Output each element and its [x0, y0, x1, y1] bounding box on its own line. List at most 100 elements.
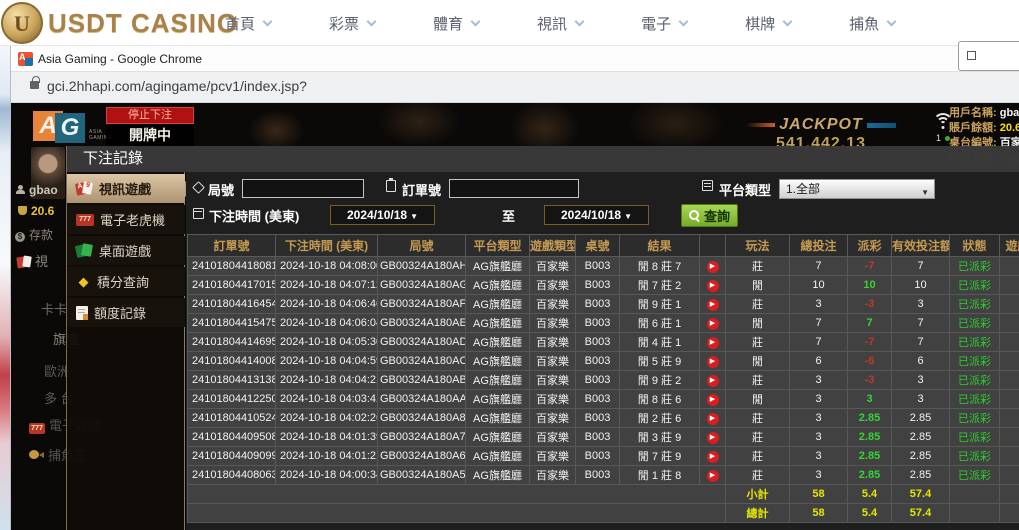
cell-payout: 2.85: [848, 466, 892, 485]
chrome-titlebar[interactable]: A Asia Gaming - Google Chrome: [11, 46, 1019, 72]
query-button[interactable]: 查詢: [681, 204, 738, 227]
order-input[interactable]: [449, 179, 579, 198]
cell-platform: AG旗艦廳: [466, 409, 530, 428]
round-input[interactable]: [242, 179, 364, 198]
chevron-down-icon: [575, 16, 585, 26]
cell-mode: -: [1000, 428, 1019, 447]
date-from-picker[interactable]: 2024/10/18▼: [330, 205, 435, 225]
nav-item-1[interactable]: 彩票: [329, 13, 375, 34]
cell-table: B003: [576, 390, 620, 409]
sidebar-item-3[interactable]: ◆積分查詢: [67, 267, 185, 296]
underlying-page-strip: [0, 46, 10, 530]
date-to-picker[interactable]: 2024/10/18▼: [544, 205, 649, 225]
cell-payout: -7: [848, 257, 892, 276]
replay-icon[interactable]: ▶: [707, 337, 719, 349]
table-row: 2410180441547542024-10-18 04:06:04GB0032…: [188, 314, 1019, 333]
nav-item-6[interactable]: 捕魚: [849, 13, 895, 34]
nav-item-5[interactable]: 棋牌: [745, 13, 791, 34]
jackpot-bar-right: [867, 123, 896, 128]
sidebar-item-2[interactable]: 桌面遊戲: [67, 236, 185, 265]
cell-status: 已派彩: [950, 352, 1000, 371]
sidebar-item-0[interactable]: A9視訊遊戲: [67, 174, 185, 203]
table-row: 2410180440909982024-10-18 04:01:21GB0032…: [188, 447, 1019, 466]
cell-order: 241018044090998: [188, 447, 276, 466]
cell-order: 241018044140087: [188, 352, 276, 371]
replay-icon[interactable]: ▶: [707, 394, 719, 406]
replay-icon[interactable]: ▶: [707, 451, 719, 463]
nav-item-label: 彩票: [329, 13, 359, 34]
date-to-value: 2024/10/18: [561, 208, 621, 222]
chrome-window: A Asia Gaming - Google Chrome gci.2hhapi…: [10, 46, 1019, 530]
cell-table: B003: [576, 295, 620, 314]
bg-kaka[interactable]: 卡卡: [41, 299, 67, 318]
cell-bet: 3: [790, 428, 848, 447]
nav-item-0[interactable]: 首頁: [225, 13, 271, 34]
sidebar-item-label: 電子老虎機: [100, 210, 165, 229]
cell-mode: -: [1000, 333, 1019, 352]
col-header-10: 派彩: [848, 235, 892, 257]
cell-order: 241018044164549: [188, 295, 276, 314]
cell-bet: 7: [790, 333, 848, 352]
replay-icon[interactable]: ▶: [707, 261, 719, 273]
replay-icon[interactable]: ▶: [707, 299, 719, 311]
replay-icon[interactable]: ▶: [707, 375, 719, 387]
nav-item-2[interactable]: 體育: [433, 13, 479, 34]
cell-table: B003: [576, 333, 620, 352]
nav-item-4[interactable]: 電子: [641, 13, 687, 34]
replay-icon[interactable]: ▶: [707, 432, 719, 444]
cell-round: GB00324A180AE: [378, 314, 466, 333]
table-row: 2410180441052462024-10-18 04:02:26GB0032…: [188, 409, 1019, 428]
cell-game: 百家樂: [530, 352, 576, 371]
modal-body: A9視訊遊戲777電子老虎機桌面遊戲◆積分查詢額度記錄 局號 訂單號 平台類型 …: [67, 172, 1019, 530]
bg-deposit[interactable]: $存款: [15, 226, 53, 243]
date-from-value: 2024/10/18: [347, 208, 407, 222]
cell-table: B003: [576, 352, 620, 371]
replay-icon[interactable]: ▶: [707, 413, 719, 425]
sidebar-item-4[interactable]: 額度記錄: [67, 298, 185, 327]
replay-icon[interactable]: ▶: [707, 318, 719, 330]
cell-game: 百家樂: [530, 390, 576, 409]
chrome-urlbar[interactable]: gci.2hhapi.com/agingame/pcv1/index.jsp?: [11, 72, 1019, 103]
cell-mode: -: [1000, 371, 1019, 390]
sidebar-item-1[interactable]: 777電子老虎機: [67, 205, 185, 234]
bg-video-tab[interactable]: 視: [17, 251, 48, 270]
cell-valid: 2.85: [892, 447, 950, 466]
order-label: 訂單號: [402, 180, 441, 199]
cell-play: 莊: [726, 257, 790, 276]
cell-bet: 7: [790, 314, 848, 333]
replay-icon[interactable]: ▶: [707, 470, 719, 482]
cell-time: 2024-10-18 04:04:21: [276, 371, 378, 390]
col-header-7: [700, 235, 726, 257]
cell-payout: -3: [848, 371, 892, 390]
nav-item-3[interactable]: 視訊: [537, 13, 583, 34]
replay-icon[interactable]: ▶: [707, 280, 719, 292]
cell-bet: 3: [790, 371, 848, 390]
cell-result: 閒 4 莊 1: [620, 333, 700, 352]
dealing-banner: 開牌中: [106, 124, 194, 146]
cell-valid: 3: [892, 390, 950, 409]
fish-icon: [29, 449, 44, 460]
url-text[interactable]: gci.2hhapi.com/agingame/pcv1/index.jsp?: [47, 78, 307, 94]
replay-icon[interactable]: ▶: [707, 356, 719, 368]
cell-mode: -: [1000, 314, 1019, 333]
site-header: U USDT CASINO 首頁彩票體育視訊電子棋牌捕魚: [0, 0, 1019, 46]
cell-mode: -: [1000, 447, 1019, 466]
table-games-icon: [76, 244, 93, 258]
lock-icon[interactable]: [30, 81, 39, 89]
cell-result: 閒 9 莊 2: [620, 371, 700, 390]
video-cards-icon: A9: [76, 182, 93, 196]
cell-mode: -: [1000, 390, 1019, 409]
screen: U USDT CASINO 首頁彩票體育視訊電子棋牌捕魚 A Asia Gami…: [0, 0, 1019, 530]
window-control-button[interactable]: [958, 41, 1019, 71]
total-mode: [1000, 504, 1019, 523]
site-nav: 首頁 彩票 體育 視訊 電子 棋牌 捕魚: [225, 0, 895, 46]
cell-valid: 6: [892, 352, 950, 371]
table-row: 2410180441469502024-10-18 04:05:30GB0032…: [188, 333, 1019, 352]
cell-replay: ▶: [700, 428, 726, 447]
platform-select[interactable]: 1.全部▼: [779, 179, 935, 199]
cell-time: 2024-10-18 04:02:26: [276, 409, 378, 428]
cell-platform: AG旗艦廳: [466, 333, 530, 352]
cell-platform: AG旗艦廳: [466, 352, 530, 371]
cell-order: 241018044105246: [188, 409, 276, 428]
username-value: gbaoa: [1000, 107, 1019, 119]
